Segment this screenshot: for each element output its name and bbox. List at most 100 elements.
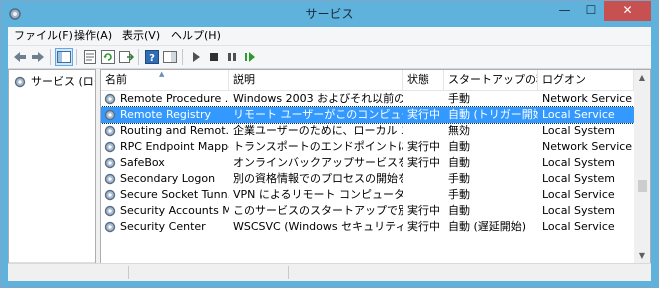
service-name: Remote Procedure ... xyxy=(120,92,229,105)
table-row[interactable]: Secondary Logon 別の資格情報でのプロセスの開始を有... 手動 Loc… xyxy=(101,171,634,187)
service-gear-icon xyxy=(103,172,117,186)
restart-service-icon[interactable] xyxy=(242,49,258,65)
service-gear-icon xyxy=(103,108,117,122)
console-tree: サービス (ローカ ◀ ▶ xyxy=(8,69,96,280)
cell-logon: Local Service xyxy=(542,188,615,201)
table-row[interactable]: Remote Registry リモート ユーザーがこのコンピューターの... 実行… xyxy=(101,106,635,124)
toolbar-separator xyxy=(76,49,77,65)
status-bar xyxy=(8,263,651,281)
cell-startup: 自動 (遅延開始) xyxy=(448,220,527,233)
service-gear-icon xyxy=(103,156,117,170)
console-tree-icon[interactable] xyxy=(55,48,73,66)
cell-name: Secondary Logon xyxy=(101,171,229,187)
cell-startup: 自動 xyxy=(448,204,470,217)
back-arrow-icon[interactable] xyxy=(12,49,28,65)
status-segment xyxy=(8,266,129,279)
cell-status: 実行中 xyxy=(407,204,440,217)
cell-status xyxy=(403,123,444,139)
table-row[interactable]: RPC Endpoint Mapper トランスポートのエンドポイントに対する .… xyxy=(101,139,634,155)
table-row[interactable]: Security Center WSCSVC (Windows セキュリティ セ.… xyxy=(101,219,634,235)
service-gear-icon xyxy=(103,92,117,106)
cell-name: Security Center xyxy=(101,219,229,235)
service-name: Security Accounts M... xyxy=(120,204,229,217)
cell-logon: Local System xyxy=(542,204,616,217)
cell-logon: Local System xyxy=(542,156,616,169)
cell-description: WSCSVC (Windows セキュリティ セ... xyxy=(233,220,403,233)
column-header-logon[interactable]: ログオン xyxy=(538,70,634,90)
menu-bar: ファイル(F) 操作(A) 表示(V) ヘルプ(H) xyxy=(8,27,651,46)
close-button[interactable]: ✕ xyxy=(604,1,651,21)
cell-name: Secure Socket Tunn... xyxy=(101,187,229,203)
cell-description: リモート ユーザーがこのコンピューターの... xyxy=(233,108,403,121)
toolbar: ? xyxy=(8,46,651,69)
tree-item-services-local[interactable]: サービス (ローカ xyxy=(13,74,95,90)
column-header-description[interactable]: 説明 xyxy=(229,70,403,90)
list-vertical-scrollbar[interactable]: ▲ ▼ xyxy=(634,70,650,264)
column-header-startup-type[interactable]: スタートアップの種類 xyxy=(444,70,538,90)
cell-logon: Local System xyxy=(542,172,616,185)
cell-description: 企業ユーザーのために、ローカル エリア ... xyxy=(233,124,403,137)
menu-view[interactable]: 表示(V) xyxy=(122,27,160,45)
menu-file[interactable]: ファイル(F) xyxy=(14,27,73,45)
service-name: Remote Registry xyxy=(120,108,211,121)
refresh-icon[interactable] xyxy=(100,49,116,65)
list-header: 名前 ▲ 説明 状態 スタートアップの種類 ログオン xyxy=(101,70,634,91)
show-hide-icon[interactable] xyxy=(162,49,178,65)
service-gear-icon xyxy=(103,188,117,202)
cell-description: VPN によるリモート コンピューターへの... xyxy=(233,188,403,201)
cell-name: Routing and Remot... xyxy=(101,123,229,139)
service-name: RPC Endpoint Mapper xyxy=(120,140,229,153)
cell-status: 実行中 xyxy=(407,140,440,153)
service-name: Secure Socket Tunn... xyxy=(120,188,229,201)
properties-icon[interactable] xyxy=(82,49,98,65)
help-icon[interactable]: ? xyxy=(144,49,160,65)
cell-name: Security Accounts M... xyxy=(101,203,229,219)
cell-logon: Local System xyxy=(542,124,616,137)
table-row[interactable]: Routing and Remot... 企業ユーザーのために、ローカル エリア … xyxy=(101,123,634,139)
cell-name: Remote Registry xyxy=(101,107,229,123)
toolbar-separator xyxy=(182,49,183,65)
cell-startup: 自動 xyxy=(448,140,470,153)
table-row[interactable]: Secure Socket Tunn... VPN によるリモート コンピューター… xyxy=(101,187,634,203)
table-row[interactable]: SafeBox オンラインバックアップサービスを提供す... 実行中自動 Local … xyxy=(101,155,634,171)
maximize-button[interactable]: ☐ xyxy=(578,1,604,21)
stop-service-icon[interactable] xyxy=(206,49,222,65)
cell-status xyxy=(403,91,444,107)
cell-name: Remote Procedure ... xyxy=(101,91,229,107)
scroll-thumb[interactable] xyxy=(638,180,647,192)
tree-item-label: サービス (ローカ xyxy=(31,75,95,88)
sort-ascending-icon: ▲ xyxy=(159,70,165,78)
start-service-icon[interactable] xyxy=(188,49,204,65)
column-header-name[interactable]: 名前 ▲ xyxy=(101,70,229,90)
client-area: ファイル(F) 操作(A) 表示(V) ヘルプ(H) ? サービス (ロ 名前 … xyxy=(8,27,651,281)
scroll-down-icon[interactable]: ▼ xyxy=(637,251,647,261)
export-list-icon[interactable] xyxy=(118,49,134,65)
cell-status xyxy=(403,171,444,187)
service-gear-icon xyxy=(103,220,117,234)
svg-text:?: ? xyxy=(149,53,155,64)
status-segment xyxy=(128,266,289,279)
services-list: 名前 ▲ 説明 状態 スタートアップの種類 ログオン Remote Proced… xyxy=(100,69,651,265)
scroll-up-icon[interactable]: ▲ xyxy=(637,73,647,83)
column-header-status[interactable]: 状態 xyxy=(403,70,444,90)
forward-arrow-icon[interactable] xyxy=(30,49,46,65)
cell-startup: 無効 xyxy=(448,124,470,137)
column-header-label: 名前 xyxy=(105,73,127,86)
cell-startup: 手動 xyxy=(448,188,470,201)
cell-status: 実行中 xyxy=(407,108,440,121)
cell-logon: Local Service xyxy=(542,108,615,121)
service-gear-icon xyxy=(103,140,117,154)
table-row[interactable]: Security Accounts M... このサービスのスタートアップで別のサ… xyxy=(101,203,634,219)
services-window: サービス — ☐ ✕ ファイル(F) 操作(A) 表示(V) ヘルプ(H) ? … xyxy=(0,0,659,288)
minimize-button[interactable]: — xyxy=(551,1,578,21)
cell-status xyxy=(403,187,444,203)
cell-startup: 手動 xyxy=(448,172,470,185)
menu-help[interactable]: ヘルプ(H) xyxy=(171,27,221,45)
menu-action[interactable]: 操作(A) xyxy=(74,27,112,45)
table-row[interactable]: Remote Procedure ... Windows 2003 およびそれ以前… xyxy=(101,91,634,107)
title-bar[interactable]: サービス — ☐ ✕ xyxy=(1,1,658,27)
service-gear-icon xyxy=(103,124,117,138)
cell-logon: Local Service xyxy=(542,220,615,233)
pause-service-icon[interactable] xyxy=(224,49,240,65)
cell-description: 別の資格情報でのプロセスの開始を有... xyxy=(233,172,403,185)
